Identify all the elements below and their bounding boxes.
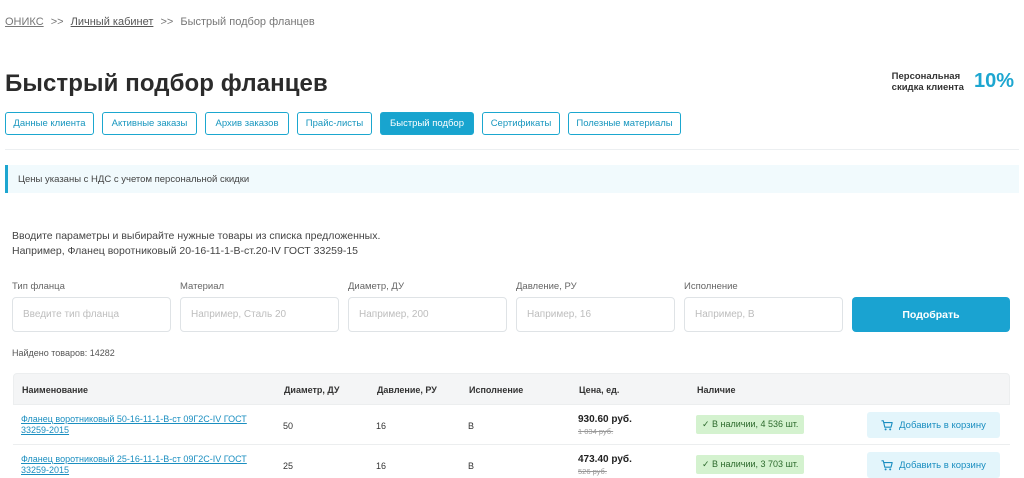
discount-value: 10% <box>973 70 1014 92</box>
old-price-value: 1 034 руб. <box>578 427 614 436</box>
column-header-price: Цена, ед. <box>579 385 620 395</box>
cart-icon <box>881 459 893 470</box>
execution-input[interactable] <box>684 297 843 332</box>
add-to-cart-label: Добавить в корзину <box>899 419 986 431</box>
tab-client-data[interactable]: Данные клиента <box>5 112 94 135</box>
results-table: Наименование Диаметр, ДУ Давление, РУ Ис… <box>13 373 1010 478</box>
breadcrumb-separator: >> <box>50 16 64 28</box>
flange-type-input[interactable] <box>12 297 171 332</box>
divider <box>5 149 1019 150</box>
add-to-cart-button[interactable]: Добавить в корзину <box>867 412 1000 438</box>
search-button[interactable]: Подобрать <box>852 297 1010 332</box>
filter-flange-type: Тип фланца <box>12 281 171 332</box>
cell-price: 473.40 руб. 526 руб. <box>578 454 632 476</box>
column-header-name: Наименование <box>22 385 89 395</box>
cell-diameter: 25 <box>283 461 294 471</box>
account-tabs: Данные клиента Активные заказы Архив зак… <box>5 112 689 135</box>
found-count: Найдено товаров: 14282 <box>12 348 115 358</box>
price-notice: Цены указаны с НДС с учетом персональной… <box>5 165 1019 193</box>
tab-useful-materials[interactable]: Полезные материалы <box>568 112 681 135</box>
discount-label: Персональная скидка клиента <box>892 71 964 93</box>
personal-discount: Персональная скидка клиента 10% <box>892 70 1014 93</box>
tab-price-lists[interactable]: Прайс-листы <box>297 112 372 135</box>
pressure-input[interactable] <box>516 297 675 332</box>
tab-active-orders[interactable]: Активные заказы <box>102 112 197 135</box>
table-row: Фланец воротниковый 25-16-11-1-В-ст 09Г2… <box>13 445 1010 478</box>
filter-material: Материал <box>180 281 339 332</box>
breadcrumb: ОНИКС >> Личный кабинет >> Быстрый подбо… <box>5 16 315 28</box>
cell-execution: В <box>468 461 475 471</box>
filter-material-label: Материал <box>180 281 225 292</box>
price-value: 930.60 руб. <box>578 414 632 425</box>
cell-execution: В <box>468 421 475 431</box>
stock-badge: ✓ В наличии, 3 703 шт. <box>696 455 805 474</box>
discount-label-line1: Персональная <box>891 70 961 82</box>
intro-line1: Вводите параметры и выбирайте нужные тов… <box>12 230 381 242</box>
cell-price: 930.60 руб. 1 034 руб. <box>578 414 632 436</box>
column-header-execution: Исполнение <box>469 385 524 395</box>
breadcrumb-root-link[interactable]: ОНИКС <box>5 16 44 28</box>
breadcrumb-cabinet-link[interactable]: Личный кабинет <box>71 16 154 28</box>
product-link[interactable]: Фланец воротниковый 25-16-11-1-В-ст 09Г2… <box>21 454 271 476</box>
add-to-cart-label: Добавить в корзину <box>899 459 986 471</box>
filter-diameter: Диаметр, ДУ <box>348 281 507 332</box>
cell-pressure: 16 <box>376 421 387 431</box>
column-header-diameter: Диаметр, ДУ <box>284 385 340 395</box>
cell-diameter: 50 <box>283 421 294 431</box>
discount-label-line2: скидка клиента <box>891 81 964 93</box>
filter-flange-type-label: Тип фланца <box>12 281 65 292</box>
filter-execution-label: Исполнение <box>684 281 738 292</box>
filter-pressure-label: Давление, РУ <box>516 281 577 292</box>
page-title: Быстрый подбор фланцев <box>5 70 328 97</box>
add-to-cart-button[interactable]: Добавить в корзину <box>867 452 1000 478</box>
intro-line2: Например, Фланец воротниковый 20-16-11-1… <box>12 245 359 257</box>
tab-quick-select[interactable]: Быстрый подбор <box>380 112 474 135</box>
product-link[interactable]: Фланец воротниковый 50-16-11-1-В-ст 09Г2… <box>21 414 271 436</box>
stock-badge: ✓ В наличии, 4 536 шт. <box>696 415 805 434</box>
price-value: 473.40 руб. <box>578 454 632 465</box>
cell-pressure: 16 <box>376 461 387 471</box>
filter-execution: Исполнение <box>684 281 843 332</box>
table-header: Наименование Диаметр, ДУ Давление, РУ Ис… <box>13 373 1010 405</box>
breadcrumb-current: Быстрый подбор фланцев <box>180 16 315 28</box>
column-header-stock: Наличие <box>697 385 736 395</box>
tab-order-archive[interactable]: Архив заказов <box>205 112 289 135</box>
filter-pressure: Давление, РУ <box>516 281 675 332</box>
old-price-value: 526 руб. <box>578 467 607 476</box>
diameter-input[interactable] <box>348 297 507 332</box>
filter-diameter-label: Диаметр, ДУ <box>348 281 405 292</box>
breadcrumb-separator: >> <box>160 16 174 28</box>
column-header-pressure: Давление, РУ <box>377 385 437 395</box>
intro-text: Вводите параметры и выбирайте нужные тов… <box>12 229 380 259</box>
tab-certificates[interactable]: Сертификаты <box>482 112 560 135</box>
material-input[interactable] <box>180 297 339 332</box>
table-row: Фланец воротниковый 50-16-11-1-В-ст 09Г2… <box>13 405 1010 445</box>
cart-icon <box>881 419 893 430</box>
